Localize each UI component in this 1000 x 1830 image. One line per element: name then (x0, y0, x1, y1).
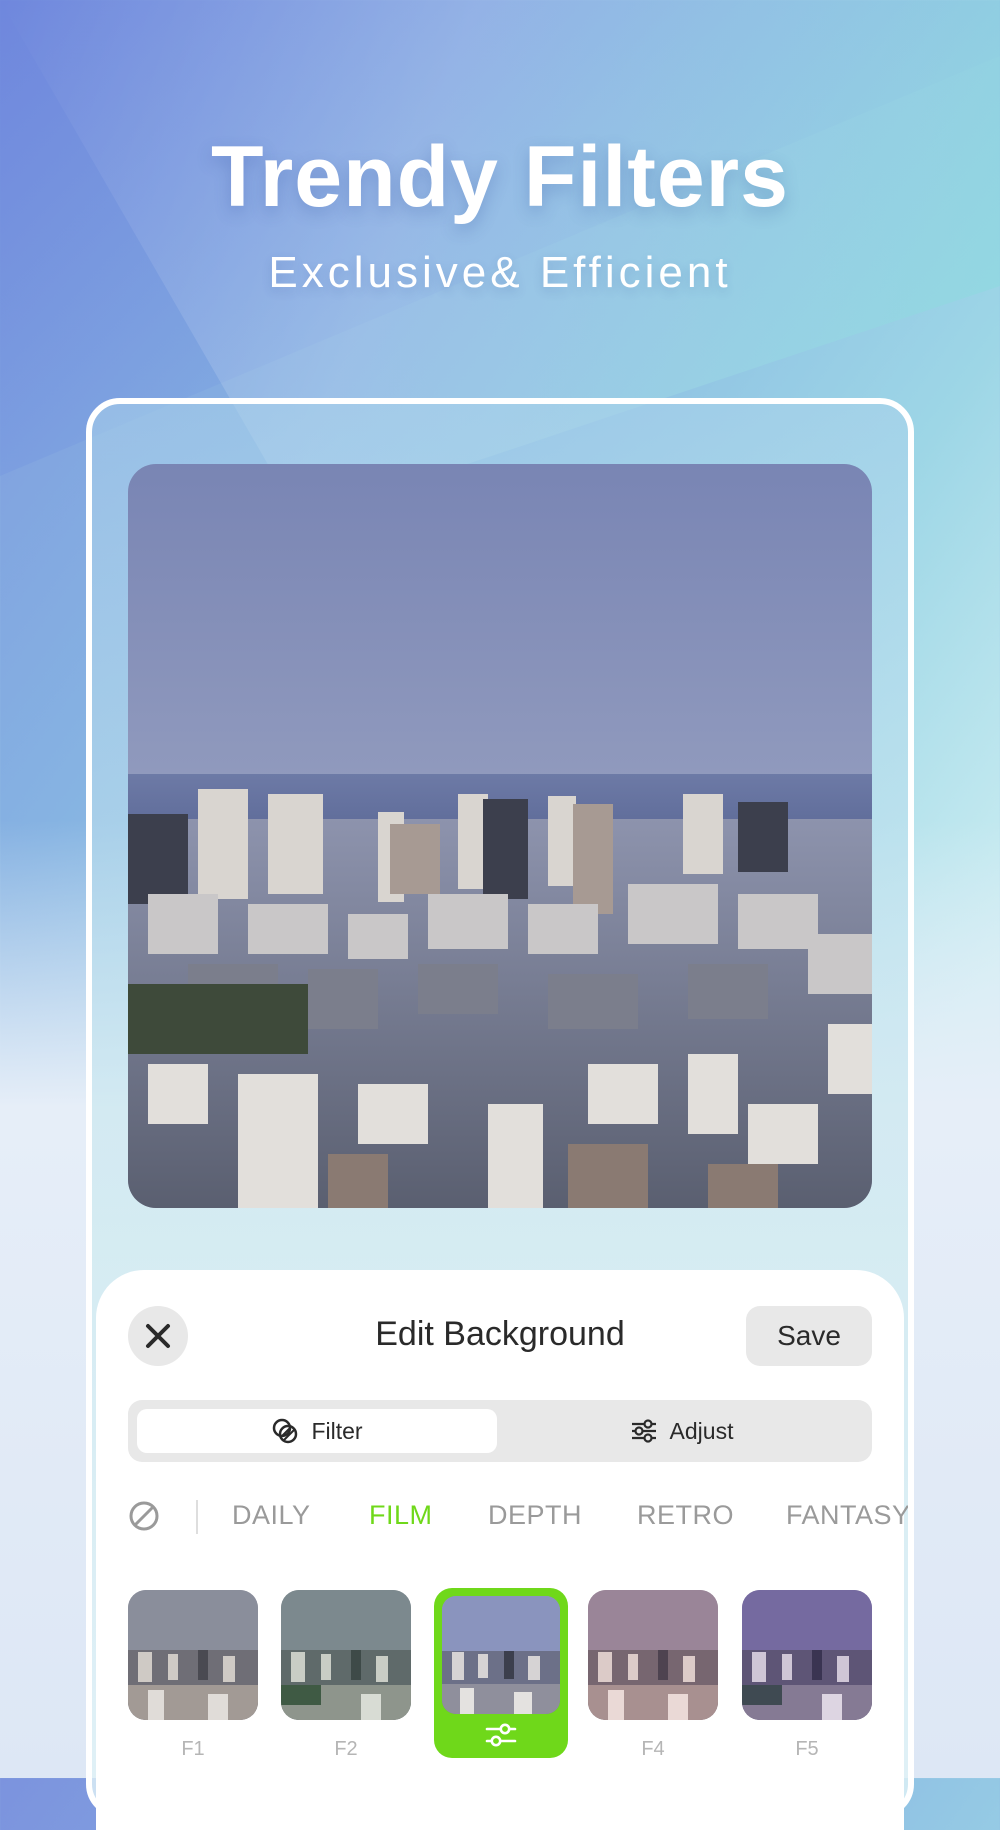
tab-adjust-label: Adjust (669, 1417, 734, 1444)
close-icon (146, 1324, 170, 1348)
filter-thumbnail-selected[interactable] (434, 1588, 568, 1758)
filter-label-f1: F1 (181, 1738, 205, 1760)
save-button[interactable]: Save (746, 1306, 872, 1366)
filter-label-f4: F4 (641, 1738, 665, 1760)
filter-category-bar: DAILY FILM DEPTH RETRO FANTASY (128, 1496, 908, 1540)
filter-thumbnails: F1 F2 F4 F5 (128, 1588, 872, 1778)
category-film[interactable]: FILM (369, 1500, 433, 1531)
category-retro[interactable]: RETRO (637, 1500, 734, 1531)
close-button[interactable] (128, 1306, 188, 1366)
hero-title: Trendy Filters (211, 129, 789, 225)
filter-label-f2: F2 (334, 1738, 358, 1760)
filter-thumbnail-f4[interactable] (588, 1590, 718, 1720)
filter-thumbnail-f2[interactable] (281, 1590, 411, 1720)
no-filter-icon[interactable] (128, 1500, 160, 1532)
preview-photo (128, 464, 872, 1208)
filter-thumbnail-f5[interactable] (742, 1590, 872, 1720)
tab-filter[interactable]: Filter (137, 1409, 497, 1453)
filter-icon (273, 1418, 298, 1444)
category-divider (196, 1500, 198, 1534)
tab-filter-label: Filter (311, 1417, 363, 1444)
category-daily[interactable]: DAILY (232, 1500, 311, 1531)
sheet-title: Edit Background (375, 1315, 625, 1353)
adjust-sliders-icon[interactable] (484, 1722, 518, 1748)
tab-adjust[interactable]: Adjust (500, 1409, 863, 1453)
category-fantasy[interactable]: FANTASY (786, 1500, 908, 1531)
filter-label-f5: F5 (795, 1738, 819, 1760)
hero-subtitle: Exclusive& Efficient (268, 248, 732, 297)
mode-switch: Filter Adjust (128, 1400, 872, 1462)
category-depth[interactable]: DEPTH (488, 1500, 582, 1531)
filter-thumbnail-f3 (442, 1596, 560, 1714)
filter-thumbnail-f1[interactable] (128, 1590, 258, 1720)
sliders-icon (631, 1419, 656, 1443)
